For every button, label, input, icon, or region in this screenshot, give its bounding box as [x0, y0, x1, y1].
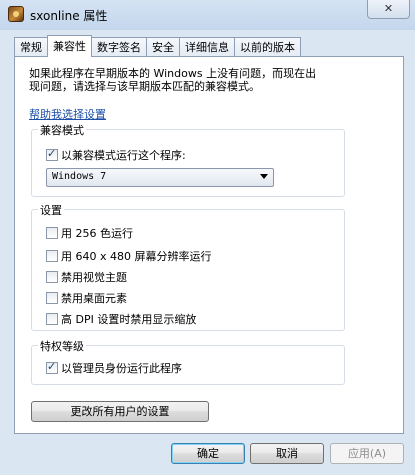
setting-disable-desktop-composition-label: 禁用桌面元素: [61, 291, 127, 305]
run-as-admin-label: 以管理员身份运行此程序: [61, 361, 182, 375]
intro-line-2: 现问题，请选择与该早期版本匹配的兼容模式。: [29, 80, 260, 93]
setting-640x480-label: 用 640 x 480 屏幕分辨率运行: [61, 249, 212, 263]
setting-640x480-checkbox[interactable]: [46, 249, 58, 262]
setting-disable-desktop-composition-row[interactable]: 禁用桌面元素: [46, 290, 127, 305]
cancel-button[interactable]: 取消: [250, 443, 324, 464]
close-icon: ✕: [383, 2, 394, 15]
tab-general[interactable]: 常规: [14, 37, 47, 57]
setting-256-colors-checkbox[interactable]: [46, 226, 58, 239]
compat-mode-checkbox[interactable]: [46, 147, 58, 161]
privilege-group: 特权等级 以管理员身份运行此程序: [31, 338, 345, 385]
setting-disable-desktop-composition-checkbox[interactable]: [46, 291, 58, 304]
title-bar: sxonline 属性 ✕: [0, 0, 415, 30]
ok-button[interactable]: 确定: [171, 443, 245, 464]
run-as-admin-checkbox[interactable]: [46, 360, 58, 374]
close-button[interactable]: ✕: [367, 0, 410, 19]
intro-line-1: 如果此程序在早期版本的 Windows 上没有问题，而现在出: [29, 67, 317, 80]
apply-button[interactable]: 应用(A): [330, 443, 404, 464]
run-as-admin-row[interactable]: 以管理员身份运行此程序: [46, 360, 182, 375]
tab-compatibility[interactable]: 兼容性: [47, 35, 92, 57]
chevron-down-icon: [260, 174, 268, 179]
setting-640x480-row[interactable]: 用 640 x 480 屏幕分辨率运行: [46, 248, 212, 263]
setting-256-colors-row[interactable]: 用 256 色运行: [46, 225, 133, 240]
setting-disable-dpi-scaling-row[interactable]: 高 DPI 设置时禁用显示缩放: [46, 311, 196, 326]
setting-disable-visual-themes-row[interactable]: 禁用视觉主题: [46, 269, 127, 284]
tab-security[interactable]: 安全: [146, 37, 179, 57]
setting-disable-dpi-scaling-label: 高 DPI 设置时禁用显示缩放: [61, 312, 197, 326]
compat-mode-group: 兼容模式 以兼容模式运行这个程序: Windows 7: [31, 122, 345, 197]
tab-previous-versions[interactable]: 以前的版本: [234, 37, 301, 57]
tab-details[interactable]: 详细信息: [179, 37, 234, 57]
intro-text: 如果此程序在早期版本的 Windows 上没有问题，而现在出 现问题，请选择与该…: [29, 67, 389, 93]
change-settings-all-users-button[interactable]: 更改所有用户的设置: [31, 401, 209, 422]
setting-disable-dpi-scaling-checkbox[interactable]: [46, 312, 58, 325]
privilege-heading: 特权等级: [38, 338, 86, 354]
settings-group: 设置 用 256 色运行 用 640 x 480 屏幕分辨率运行 禁用视觉主题 …: [31, 202, 345, 331]
compat-mode-heading: 兼容模式: [38, 122, 86, 138]
window-title: sxonline 属性: [30, 9, 108, 23]
os-version-value: Windows 7: [52, 171, 107, 182]
setting-disable-visual-themes-checkbox[interactable]: [46, 270, 58, 283]
os-version-select[interactable]: Windows 7: [46, 168, 274, 187]
compat-mode-checkbox-label: 以兼容模式运行这个程序:: [61, 148, 186, 162]
compatibility-panel: 如果此程序在早期版本的 Windows 上没有问题，而现在出 现问题，请选择与该…: [14, 56, 404, 434]
settings-heading: 设置: [38, 202, 64, 218]
help-me-choose-link[interactable]: 帮助我选择设置: [29, 106, 106, 122]
setting-disable-visual-themes-label: 禁用视觉主题: [61, 270, 127, 284]
tab-strip: 常规 兼容性 数字签名 安全 详细信息 以前的版本: [14, 35, 301, 57]
setting-256-colors-label: 用 256 色运行: [61, 226, 133, 240]
tab-digital-signatures[interactable]: 数字签名: [92, 37, 146, 57]
app-icon: [8, 6, 24, 22]
compat-mode-checkbox-row[interactable]: 以兼容模式运行这个程序:: [46, 147, 186, 162]
